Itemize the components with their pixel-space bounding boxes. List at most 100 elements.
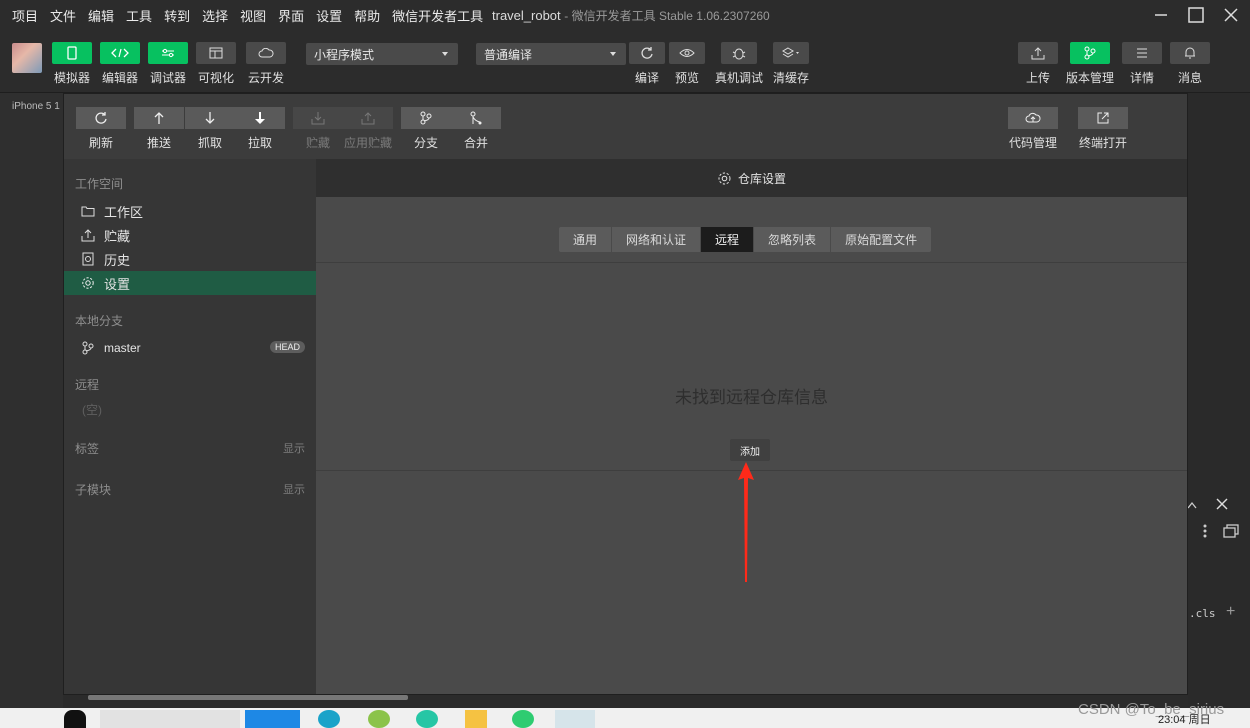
folder-icon (80, 203, 96, 219)
compile-select[interactable]: 普通编译 (476, 43, 626, 65)
tab-remote[interactable]: 远程 (701, 227, 755, 252)
chevron-down-icon (610, 52, 616, 56)
fetch-button[interactable]: 抓取 (185, 107, 235, 151)
submodule-show-toggle[interactable]: 显示 (283, 481, 305, 497)
sidebar-item-stash[interactable]: 贮藏 (64, 223, 316, 247)
chevron-up-icon[interactable] (1187, 498, 1197, 512)
merge-label: 合并 (463, 136, 488, 150)
menu-lines-icon (1122, 42, 1162, 64)
minimize-icon[interactable] (1150, 4, 1172, 26)
branch-button[interactable]: 分支 (401, 107, 451, 151)
stash-icon (80, 227, 96, 243)
cloud-dev-button[interactable]: 云开发 (242, 42, 290, 86)
details-button[interactable]: 详情 (1118, 42, 1166, 86)
devtools-taskbar-icon[interactable] (555, 710, 595, 728)
tab-general[interactable]: 通用 (559, 227, 613, 252)
submodule-section-title: 子模块 (75, 483, 112, 497)
upload-icon (1018, 42, 1058, 64)
app-version: - 微信开发者工具 Stable 1.06.2307260 (564, 9, 770, 23)
add-icon[interactable]: + (1226, 603, 1235, 621)
refresh-icon (76, 107, 126, 129)
add-remote-button[interactable]: 添加 (730, 439, 770, 461)
tab-network-auth[interactable]: 网络和认证 (612, 227, 702, 252)
menu-help[interactable]: 帮助 (354, 6, 380, 25)
pull-icon (235, 107, 285, 129)
system-clock[interactable]: 23:04 周日 (1158, 711, 1211, 727)
editor-label: 编辑器 (101, 71, 138, 85)
more-vertical-icon[interactable] (1202, 523, 1208, 542)
version-control-button[interactable]: 版本管理 (1066, 42, 1114, 86)
remote-empty-text: (空) (82, 403, 102, 417)
stash-button[interactable]: 贮藏 (293, 107, 343, 151)
panel-close-icon[interactable] (1216, 498, 1228, 513)
cls-toggle[interactable]: .cls (1189, 607, 1216, 620)
sidebar-item-settings[interactable]: 设置 (64, 271, 316, 295)
pull-button[interactable]: 拉取 (235, 107, 285, 151)
folder-icon[interactable] (465, 710, 487, 728)
menu-project[interactable]: 项目 (12, 6, 38, 25)
real-device-debug-button[interactable]: 真机调试 (715, 42, 763, 86)
menu-view[interactable]: 视图 (240, 6, 266, 25)
app-icon[interactable] (64, 710, 86, 728)
messages-button[interactable]: 消息 (1166, 42, 1214, 86)
tab-raw-config[interactable]: 原始配置文件 (831, 227, 931, 252)
branch-item-master[interactable]: master HEAD (64, 336, 316, 360)
push-button[interactable]: 推送 (134, 107, 184, 151)
avatar[interactable] (12, 43, 42, 73)
code-management-button[interactable]: 代码管理 (1008, 107, 1058, 151)
menu-settings[interactable]: 设置 (316, 6, 342, 25)
divider (316, 262, 1187, 263)
dock-icon[interactable] (1223, 524, 1239, 541)
close-icon[interactable] (1220, 4, 1242, 26)
app-icon[interactable] (368, 710, 390, 728)
tab-ignore-list[interactable]: 忽略列表 (754, 227, 832, 252)
stash-label: 贮藏 (305, 136, 330, 150)
menu-file[interactable]: 文件 (50, 6, 76, 25)
menu-tools[interactable]: 工具 (126, 6, 152, 25)
mode-select[interactable]: 小程序模式 (306, 43, 458, 65)
phone-icon (52, 42, 92, 64)
visual-button[interactable]: 可视化 (192, 42, 240, 86)
compile-label: 编译 (634, 71, 659, 85)
remote-section-title: 远程 (75, 378, 100, 392)
wechat-icon[interactable] (512, 710, 534, 728)
device-label[interactable]: iPhone 5 1 (12, 101, 60, 112)
upload-button[interactable]: 上传 (1014, 42, 1062, 86)
version-control-label: 版本管理 (1066, 71, 1115, 85)
menu-goto[interactable]: 转到 (164, 6, 190, 25)
simulator-button[interactable]: 模拟器 (48, 42, 96, 86)
open-terminal-button[interactable]: 终端打开 (1078, 107, 1128, 151)
project-name: travel_robot (492, 8, 561, 23)
tags-section-title: 标签 (75, 442, 100, 456)
app-icon[interactable] (416, 710, 438, 728)
gear-icon (717, 171, 732, 186)
refresh-button[interactable]: 刷新 (76, 107, 126, 151)
menu-edit[interactable]: 编辑 (88, 6, 114, 25)
simulator-pane (0, 93, 63, 728)
debugger-button[interactable]: 调试器 (144, 42, 192, 86)
merge-button[interactable]: 合并 (451, 107, 501, 151)
maximize-icon[interactable] (1185, 4, 1207, 26)
devtools-pane (1188, 93, 1250, 728)
taskbar-window[interactable] (100, 710, 240, 728)
browser-icon[interactable] (318, 710, 340, 728)
menu-select[interactable]: 选择 (202, 6, 228, 25)
clear-cache-button[interactable]: 清缓存 (767, 42, 815, 86)
tags-show-toggle[interactable]: 显示 (283, 440, 305, 456)
menu-interface[interactable]: 界面 (278, 6, 304, 25)
taskbar-window-active[interactable] (245, 710, 300, 728)
sidebar-item-workspace[interactable]: 工作区 (64, 199, 316, 223)
apply-stash-button[interactable]: 应用贮藏 (343, 107, 393, 151)
red-arrow-annotation (738, 462, 754, 582)
bell-icon (1170, 42, 1210, 64)
sliders-icon (148, 42, 188, 64)
repo-settings-title: 仓库设置 (737, 171, 786, 186)
menu-wechat-devtools[interactable]: 微信开发者工具 (392, 6, 483, 25)
clear-cache-label: 清缓存 (772, 71, 809, 85)
sidebar-item-label: 工作区 (104, 204, 144, 220)
branch-icon (401, 107, 451, 129)
editor-button[interactable]: 编辑器 (96, 42, 144, 86)
sidebar-item-history[interactable]: 历史 (64, 247, 316, 271)
preview-button[interactable]: 预览 (663, 42, 711, 86)
horizontal-scrollbar[interactable] (88, 695, 408, 700)
